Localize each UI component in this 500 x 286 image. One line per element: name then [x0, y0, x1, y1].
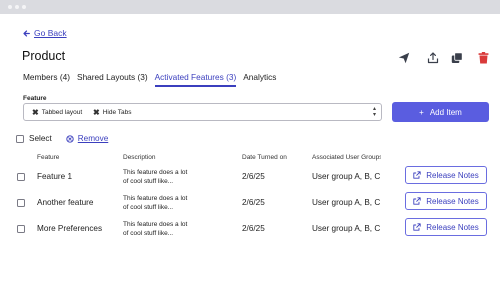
feature-name: Feature 1 [37, 172, 73, 181]
selected-chip: ✖ Hide Tabs [93, 107, 132, 118]
table-row: More Preferences This feature does a lot… [0, 218, 500, 249]
external-link-icon [413, 171, 421, 179]
release-notes-button[interactable]: Release Notes [405, 166, 487, 184]
column-header: Date Turned on [242, 154, 287, 161]
bulk-actions: Select Remove [16, 134, 108, 143]
column-header: Description [123, 154, 156, 161]
delete-button[interactable] [478, 52, 489, 64]
feature-description: This feature does a lot of cool stuff li… [123, 168, 230, 186]
description-line: This feature does a lot [123, 221, 188, 228]
page-title: Product [22, 49, 66, 63]
description-line: of cool stuff like... [123, 204, 174, 211]
release-notes-label: Release Notes [426, 170, 479, 180]
description-line: of cool stuff like... [123, 230, 174, 237]
external-link-icon [413, 197, 421, 205]
user-groups: User group A, B, C [312, 198, 381, 207]
window-dot[interactable] [8, 5, 12, 9]
feature-description: This feature does a lot of cool stuff li… [123, 194, 230, 212]
copy-icon [451, 52, 463, 63]
feature-description: This feature does a lot of cool stuff li… [123, 220, 230, 238]
date-turned-on: 2/6/25 [242, 224, 265, 233]
chip-label: Hide Tabs [102, 109, 132, 116]
share-upload-icon [427, 52, 439, 64]
circle-x-icon [66, 134, 74, 143]
tab-analytics[interactable]: Analytics [243, 72, 276, 87]
select-label: Select [29, 134, 52, 143]
go-back-label: Go Back [34, 28, 67, 38]
user-groups: User group A, B, C [312, 172, 381, 181]
remove-link[interactable]: Remove [66, 134, 109, 143]
release-notes-label: Release Notes [426, 222, 479, 232]
release-notes-button[interactable]: Release Notes [405, 218, 487, 236]
description-line: This feature does a lot [123, 195, 188, 202]
chip-remove-icon[interactable]: ✖ [93, 108, 100, 117]
column-header: Feature [37, 154, 60, 161]
select-all-checkbox[interactable] [16, 134, 24, 143]
chip-remove-icon[interactable]: ✖ [32, 108, 39, 117]
date-turned-on: 2/6/25 [242, 172, 265, 181]
send-icon [398, 52, 410, 64]
arrow-left-icon [23, 29, 30, 37]
feature-name: Another feature [37, 198, 94, 207]
window-titlebar [0, 0, 500, 14]
row-checkbox[interactable] [17, 173, 25, 181]
app-window: Go Back Product Members (4) Shared Layou… [0, 14, 500, 286]
window-dot[interactable] [22, 5, 26, 9]
description-line: of cool stuff like... [123, 178, 174, 185]
chip-label: Tabbed layout [41, 109, 83, 116]
remove-label: Remove [77, 134, 109, 143]
date-turned-on: 2/6/25 [242, 198, 265, 207]
send-button[interactable] [398, 52, 410, 64]
plus-icon: + [419, 107, 424, 117]
feature-field-label: Feature [23, 95, 47, 102]
go-back-link[interactable]: Go Back [23, 28, 67, 38]
tab-bar: Members (4) Shared Layouts (3) Activated… [23, 72, 276, 87]
user-groups: User group A, B, C [312, 224, 381, 233]
select-chevron-icon[interactable]: ▴ ▾ [373, 106, 376, 118]
feature-select[interactable]: ✖ Tabbed layout ✖ Hide Tabs ▴ ▾ [23, 103, 382, 121]
external-link-icon [413, 223, 421, 231]
column-header: Associated User Groups [312, 154, 381, 161]
share-button[interactable] [427, 52, 439, 64]
row-checkbox[interactable] [17, 225, 25, 233]
trash-icon [478, 52, 489, 64]
tab-shared-layouts[interactable]: Shared Layouts (3) [77, 72, 148, 87]
tab-members[interactable]: Members (4) [23, 72, 70, 87]
add-item-label: Add Item [429, 107, 462, 117]
release-notes-button[interactable]: Release Notes [405, 192, 487, 210]
selected-chip: ✖ Tabbed layout [32, 107, 82, 118]
tab-activated-features[interactable]: Activated Features (3) [154, 72, 237, 87]
row-checkbox[interactable] [17, 199, 25, 207]
window-dot[interactable] [15, 5, 19, 9]
add-item-button[interactable]: + Add Item [392, 102, 489, 122]
description-line: This feature does a lot [123, 169, 188, 176]
release-notes-label: Release Notes [426, 196, 479, 206]
feature-name: More Preferences [37, 224, 103, 233]
copy-button[interactable] [451, 52, 463, 64]
